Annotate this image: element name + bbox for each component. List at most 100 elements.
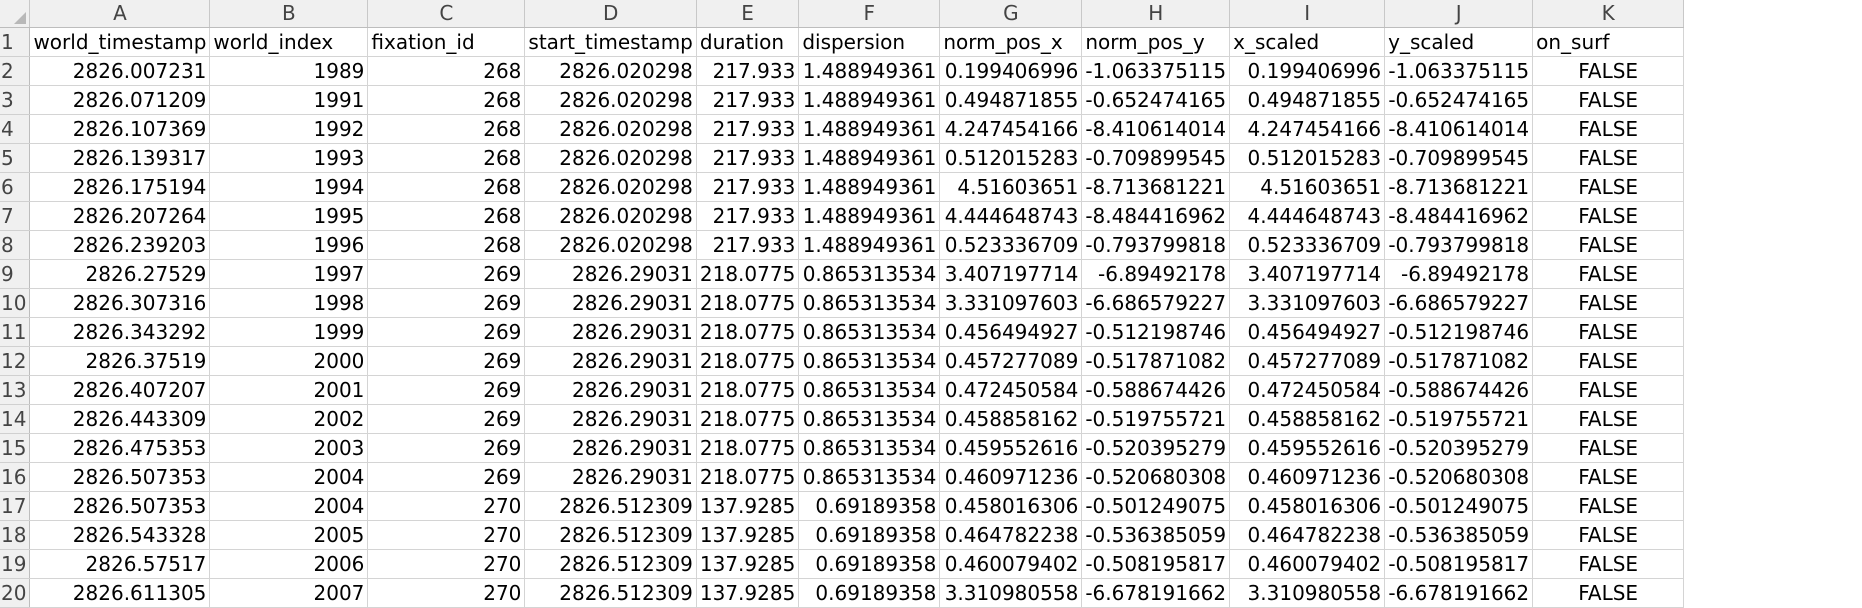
data-cell[interactable]: -0.709899545	[1081, 143, 1231, 173]
data-cell[interactable]: 2826.207264	[29, 201, 211, 231]
data-cell[interactable]: -8.484416962	[1081, 201, 1231, 231]
data-cell[interactable]: 217.933	[696, 201, 800, 231]
data-cell[interactable]: FALSE	[1532, 288, 1685, 318]
data-cell[interactable]: FALSE	[1532, 172, 1685, 202]
data-cell[interactable]: 0.458016306	[939, 491, 1083, 521]
data-cell[interactable]: 2826.020298	[524, 56, 697, 86]
data-cell[interactable]: 2826.020298	[524, 201, 697, 231]
data-cell[interactable]: -0.709899545	[1384, 143, 1534, 173]
data-cell[interactable]: 2004	[209, 491, 369, 521]
data-cell[interactable]: 0.865313534	[798, 317, 941, 347]
data-cell[interactable]: 3.407197714	[939, 259, 1083, 289]
row-header[interactable]: 20	[0, 578, 31, 608]
data-cell[interactable]: 2826.57517	[29, 549, 211, 579]
data-cell[interactable]: 217.933	[696, 172, 800, 202]
column-header-e[interactable]: E	[696, 0, 800, 28]
data-cell[interactable]: 0.199406996	[1229, 56, 1386, 86]
column-header-k[interactable]: K	[1532, 0, 1685, 28]
data-cell[interactable]: 2826.020298	[524, 172, 697, 202]
data-cell[interactable]: 269	[367, 317, 526, 347]
data-cell[interactable]: -0.652474165	[1384, 85, 1534, 115]
data-cell[interactable]: 2826.29031	[524, 317, 697, 347]
data-cell[interactable]: FALSE	[1532, 346, 1685, 376]
data-cell[interactable]: 218.0775	[696, 375, 800, 405]
data-cell[interactable]: 269	[367, 346, 526, 376]
data-cell[interactable]: FALSE	[1532, 491, 1685, 521]
data-cell[interactable]: 0.460079402	[1229, 549, 1386, 579]
data-cell[interactable]: 0.458858162	[1229, 404, 1386, 434]
data-cell[interactable]: 4.247454166	[1229, 114, 1386, 144]
data-cell[interactable]: 2826.443309	[29, 404, 211, 434]
data-cell[interactable]: 2826.007231	[29, 56, 211, 86]
data-cell[interactable]: -0.652474165	[1081, 85, 1231, 115]
data-cell[interactable]: 0.512015283	[1229, 143, 1386, 173]
data-cell[interactable]: 1.488949361	[798, 143, 941, 173]
column-header-c[interactable]: C	[367, 0, 526, 28]
data-cell[interactable]: 2826.507353	[29, 491, 211, 521]
data-cell[interactable]: 1993	[209, 143, 369, 173]
data-cell[interactable]: 0.459552616	[939, 433, 1083, 463]
data-cell[interactable]: -8.713681221	[1081, 172, 1231, 202]
data-cell[interactable]: 2826.020298	[524, 230, 697, 260]
row-header[interactable]: 1	[0, 27, 31, 57]
data-cell[interactable]: 2826.512309	[524, 578, 697, 608]
data-cell[interactable]: -8.410614014	[1081, 114, 1231, 144]
row-header[interactable]: 14	[0, 404, 31, 434]
data-cell[interactable]: FALSE	[1532, 143, 1685, 173]
data-cell[interactable]: -0.519755721	[1384, 404, 1534, 434]
data-cell[interactable]: 1998	[209, 288, 369, 318]
row-header[interactable]: 18	[0, 520, 31, 550]
data-cell[interactable]: 2826.29031	[524, 404, 697, 434]
data-cell[interactable]: FALSE	[1532, 201, 1685, 231]
data-cell[interactable]: 1989	[209, 56, 369, 86]
data-cell[interactable]: 217.933	[696, 230, 800, 260]
data-cell[interactable]: 0.464782238	[939, 520, 1083, 550]
data-cell[interactable]: 4.444648743	[1229, 201, 1386, 231]
data-cell[interactable]: 268	[367, 85, 526, 115]
header-cell[interactable]: norm_pos_x	[939, 27, 1083, 57]
data-cell[interactable]: 0.865313534	[798, 375, 941, 405]
data-cell[interactable]: FALSE	[1532, 259, 1685, 289]
data-cell[interactable]: 0.472450584	[1229, 375, 1386, 405]
data-cell[interactable]: 0.865313534	[798, 433, 941, 463]
data-cell[interactable]: 268	[367, 172, 526, 202]
data-cell[interactable]: -0.520680308	[1081, 462, 1231, 492]
data-cell[interactable]: 0.456494927	[939, 317, 1083, 347]
data-cell[interactable]: -0.508195817	[1081, 549, 1231, 579]
data-cell[interactable]: -6.89492178	[1384, 259, 1534, 289]
row-header[interactable]: 16	[0, 462, 31, 492]
data-cell[interactable]: 270	[367, 549, 526, 579]
data-cell[interactable]: 0.464782238	[1229, 520, 1386, 550]
data-cell[interactable]: FALSE	[1532, 56, 1685, 86]
data-cell[interactable]: 2001	[209, 375, 369, 405]
data-cell[interactable]: 0.523336709	[1229, 230, 1386, 260]
data-cell[interactable]: FALSE	[1532, 230, 1685, 260]
row-header[interactable]: 11	[0, 317, 31, 347]
data-cell[interactable]: 137.9285	[696, 491, 800, 521]
data-cell[interactable]: 269	[367, 259, 526, 289]
data-cell[interactable]: 0.69189358	[798, 491, 941, 521]
row-header[interactable]: 6	[0, 172, 31, 202]
data-cell[interactable]: -0.520680308	[1384, 462, 1534, 492]
data-cell[interactable]: -0.512198746	[1384, 317, 1534, 347]
data-cell[interactable]: 0.199406996	[939, 56, 1083, 86]
data-cell[interactable]: 0.865313534	[798, 346, 941, 376]
column-header-h[interactable]: H	[1081, 0, 1231, 28]
data-cell[interactable]: 268	[367, 114, 526, 144]
data-cell[interactable]: 0.472450584	[939, 375, 1083, 405]
data-cell[interactable]: -0.517871082	[1081, 346, 1231, 376]
data-cell[interactable]: 268	[367, 201, 526, 231]
data-cell[interactable]: -1.063375115	[1384, 56, 1534, 86]
header-cell[interactable]: world_timestamp	[29, 27, 211, 57]
row-header[interactable]: 7	[0, 201, 31, 231]
data-cell[interactable]: 3.407197714	[1229, 259, 1386, 289]
data-cell[interactable]: 0.457277089	[1229, 346, 1386, 376]
data-cell[interactable]: -0.501249075	[1081, 491, 1231, 521]
data-cell[interactable]: 2826.29031	[524, 259, 697, 289]
data-cell[interactable]: 3.331097603	[1229, 288, 1386, 318]
data-cell[interactable]: 2826.512309	[524, 491, 697, 521]
data-cell[interactable]: 269	[367, 462, 526, 492]
data-cell[interactable]: -0.793799818	[1384, 230, 1534, 260]
data-cell[interactable]: 2826.29031	[524, 288, 697, 318]
data-cell[interactable]: 268	[367, 143, 526, 173]
